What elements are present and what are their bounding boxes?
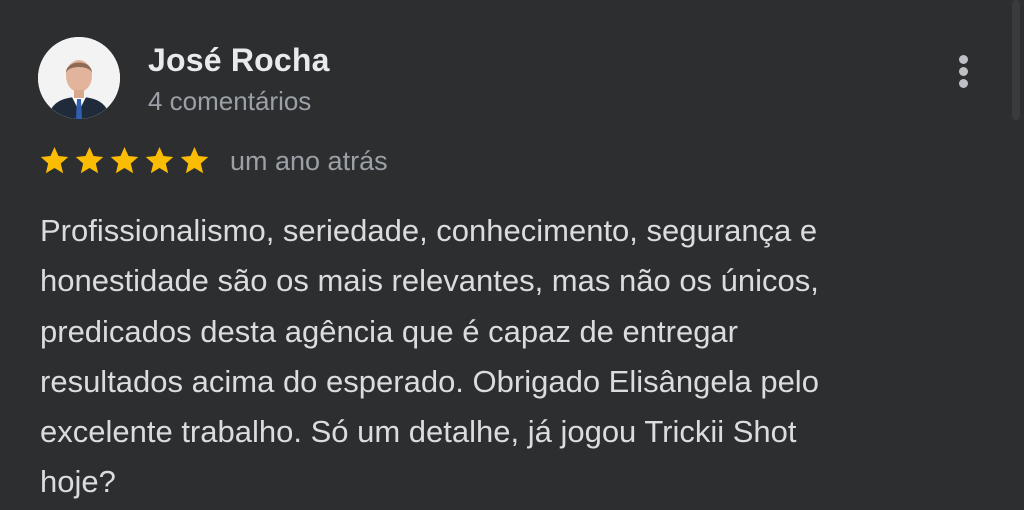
more-options-button[interactable] xyxy=(946,48,982,96)
menu-dot xyxy=(959,67,968,76)
star-rating xyxy=(38,142,211,182)
avatar[interactable] xyxy=(38,37,120,119)
profile-photo xyxy=(38,37,120,119)
review-card: José Rocha 4 comentários um ano atrás Pr… xyxy=(0,0,1024,510)
menu-dot xyxy=(959,55,968,64)
star-icon xyxy=(180,146,209,174)
scrollbar[interactable] xyxy=(1012,0,1020,120)
menu-dot xyxy=(959,79,968,88)
star-icon xyxy=(40,146,69,174)
star-icon xyxy=(75,146,104,174)
star-icon xyxy=(145,146,174,174)
star-icon xyxy=(110,146,139,174)
author-name[interactable]: José Rocha xyxy=(148,42,330,79)
comment-count[interactable]: 4 comentários xyxy=(148,86,311,117)
review-text: Profissionalismo, seriedade, conheciment… xyxy=(40,213,819,500)
review-time: um ano atrás xyxy=(230,146,388,176)
